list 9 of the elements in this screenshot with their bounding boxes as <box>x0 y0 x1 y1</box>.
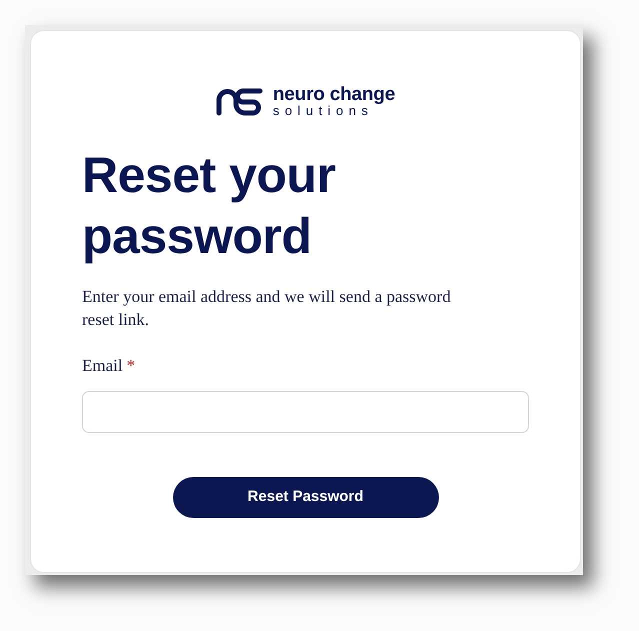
logo-name: neuro change <box>272 85 396 104</box>
logo-tagline: solutions <box>272 104 374 117</box>
reset-password-button[interactable]: Reset Password <box>172 477 438 518</box>
email-input-field[interactable] <box>82 391 529 433</box>
page-heading: Reset your password <box>82 146 336 266</box>
description-text: Enter your email address and we will send a password reset link. <box>82 286 452 331</box>
required-mark: * <box>126 355 136 377</box>
logo-mark-icon <box>216 86 264 116</box>
field-label: Email <box>82 355 123 377</box>
